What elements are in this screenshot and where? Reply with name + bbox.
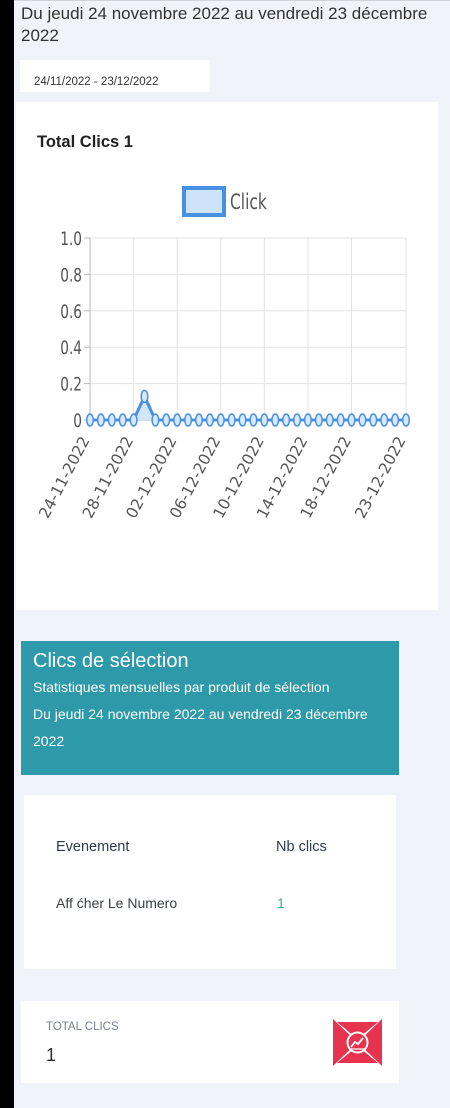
y-tick-label: 0 <box>73 410 82 432</box>
table-cell-clicks: 1 <box>277 895 285 911</box>
column-header-clicks: Nb clics <box>276 839 327 855</box>
data-point <box>96 413 105 427</box>
data-point <box>336 413 345 427</box>
date-range-picker[interactable]: 24/11/2022 - 23/12/2022 <box>20 60 210 92</box>
data-point <box>347 413 356 427</box>
data-point <box>107 413 116 427</box>
chart-title: Total Clics 1 <box>37 133 133 152</box>
y-tick-label: 1.0 <box>60 228 82 250</box>
data-point <box>358 413 367 427</box>
y-tick-label: 0.4 <box>60 337 82 359</box>
data-point <box>216 413 225 427</box>
data-point <box>314 413 323 427</box>
chart-title-prefix: Total Clics <box>37 133 124 151</box>
selection-subtitle: Statistiques mensuelles par produit de s… <box>33 679 330 695</box>
data-point <box>238 413 247 427</box>
data-point <box>271 413 280 427</box>
data-point <box>401 413 411 427</box>
top-divider <box>14 0 450 1</box>
data-point <box>292 413 302 427</box>
data-point <box>205 413 214 427</box>
data-point <box>249 413 258 427</box>
data-point <box>391 413 400 427</box>
period-title: Du jeudi 24 novembre 2022 au vendredi 23… <box>21 4 428 45</box>
y-tick-label: 0.6 <box>60 301 82 323</box>
data-point <box>282 413 291 427</box>
data-point <box>227 413 236 427</box>
data-point <box>129 413 138 427</box>
selection-period: Du jeudi 24 novembre 2022 au vendredi 23… <box>33 706 368 749</box>
data-point <box>118 413 127 427</box>
data-point <box>162 413 171 427</box>
data-point <box>380 413 389 427</box>
table-cell-event: Aff ćher Le Numero <box>56 895 178 911</box>
selection-header: Clics de sélection Statistiques mensuell… <box>21 641 399 775</box>
y-tick-label: 0.8 <box>60 264 82 286</box>
legend-swatch <box>182 186 226 217</box>
total-clicks-card: TOTAL CLICS 1 <box>21 1001 399 1083</box>
data-point <box>173 413 182 427</box>
data-point <box>85 413 95 427</box>
x-tick-label: 23-12-2022 <box>351 433 409 521</box>
legend-label: Click <box>230 189 267 214</box>
y-tick-label: 0.2 <box>60 373 82 395</box>
data-point <box>194 413 204 427</box>
clicks-chart: Click1.00.80.60.40.2024-11-202228-11-202… <box>35 186 411 521</box>
data-point <box>151 413 160 427</box>
selection-title: Clics de sélection <box>33 650 189 672</box>
total-clicks-label: TOTAL CLICS <box>46 1021 119 1033</box>
total-clicks-value: 1 <box>46 1045 57 1065</box>
column-header-event: Evenement <box>56 839 130 855</box>
data-point <box>184 413 193 427</box>
chart-title-value: 1 <box>123 133 133 151</box>
left-edge-bar <box>0 0 14 1108</box>
data-point <box>260 413 269 427</box>
data-point <box>140 389 149 404</box>
chart-stats-icon <box>333 1019 382 1066</box>
data-point <box>369 413 378 427</box>
chart-card: Click 1.0 0.8 0.6 0.4 0.2 0 24-11-2022 28-11-202… <box>16 102 438 610</box>
data-point <box>303 413 312 427</box>
events-table: Evenement Nb clics Aff ćher Le Numero 1 <box>24 795 396 969</box>
data-point <box>325 413 334 427</box>
